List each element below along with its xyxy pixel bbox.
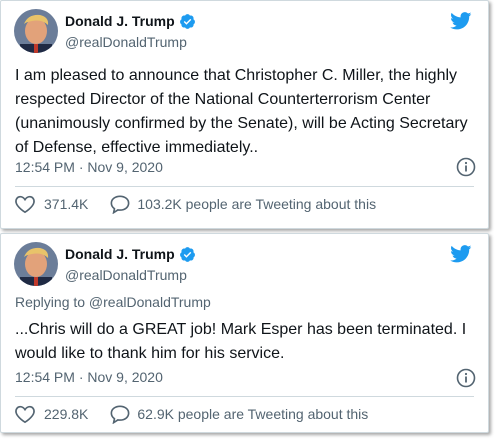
tweet-card[interactable]: Donald J. Trump @realDonaldTrump Replyin… [0,233,489,433]
handle[interactable]: @realDonaldTrump [65,34,196,50]
like-count: 229.8K [44,406,89,422]
display-name[interactable]: Donald J. Trump [65,246,175,262]
tweet-card[interactable]: Donald J. Trump @realDonaldTrump I am pl… [0,0,489,229]
timestamp[interactable]: 12:54 PM · Nov 9, 2020 [15,159,163,175]
conversation-button[interactable]: 62.9K people are Tweeting about this [109,404,368,424]
twitter-bird-icon[interactable] [450,245,472,263]
heart-icon [15,405,35,424]
conversation-count: 103.2K people are Tweeting about this [137,196,377,212]
avatar[interactable] [14,242,58,286]
display-name[interactable]: Donald J. Trump [65,13,175,29]
heart-icon [15,195,35,214]
like-count: 371.4K [44,196,89,212]
divider [15,396,474,397]
divider [15,186,474,187]
like-button[interactable]: 371.4K [14,194,88,214]
avatar[interactable] [14,9,58,53]
conversation-count: 62.9K people are Tweeting about this [137,406,369,422]
verified-badge-icon [179,246,196,263]
timestamp[interactable]: 12:54 PM · Nov 9, 2020 [15,369,163,385]
info-icon[interactable] [456,368,476,388]
tweet-text: ...Chris will do a GREAT job! Mark Esper… [15,321,467,362]
info-icon[interactable] [456,157,476,177]
speech-bubble-icon [110,405,130,424]
replying-to-label[interactable]: Replying to @realDonaldTrump [15,294,211,310]
handle[interactable]: @realDonaldTrump [65,267,196,283]
tweet-text: I am pleased to announce that Christophe… [15,67,468,156]
verified-badge-icon [179,13,196,30]
conversation-button[interactable]: 103.2K people are Tweeting about this [109,194,376,214]
speech-bubble-icon [110,195,130,214]
like-button[interactable]: 229.8K [14,404,88,424]
twitter-bird-icon[interactable] [450,12,472,30]
